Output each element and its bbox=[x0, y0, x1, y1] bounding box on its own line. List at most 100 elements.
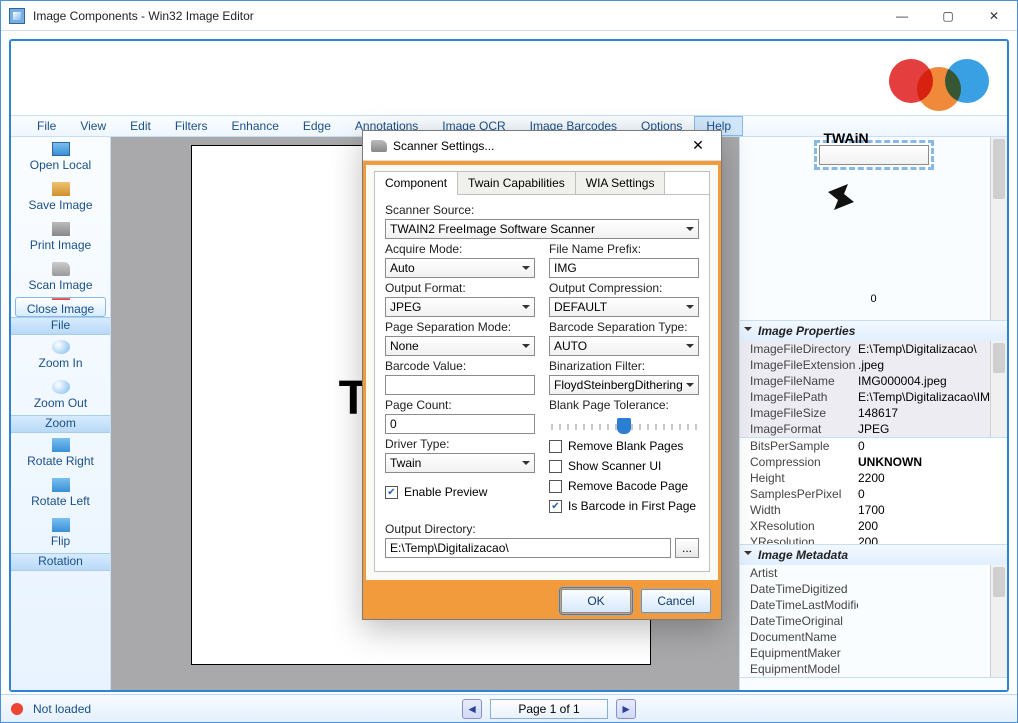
dialog-tabs: Component Twain Capabilities WIA Setting… bbox=[374, 171, 710, 194]
menu-file[interactable]: File bbox=[25, 116, 68, 136]
property-row[interactable]: CompressionUNKNOWN bbox=[740, 454, 990, 470]
barcode-separation-select[interactable]: AUTO bbox=[549, 336, 699, 356]
menu-edit[interactable]: Edit bbox=[118, 116, 163, 136]
property-key: Height bbox=[740, 471, 858, 485]
dialog-close-button[interactable]: ✕ bbox=[683, 137, 713, 154]
tab-twain-capabilities[interactable]: Twain Capabilities bbox=[458, 172, 576, 194]
property-key: ImageFormat bbox=[740, 422, 858, 436]
lbl-output-format: Output Format: bbox=[385, 281, 535, 295]
flip-icon bbox=[52, 518, 70, 532]
property-row[interactable]: ImageFormatJPEG bbox=[740, 421, 990, 437]
section-image-metadata[interactable]: Image Metadata bbox=[740, 545, 1007, 565]
remove-blank-checkbox[interactable]: Remove Blank Pages bbox=[549, 437, 699, 455]
chevron-down-icon bbox=[522, 461, 530, 469]
property-row[interactable]: ImageFileNameIMG000004.jpeg bbox=[740, 373, 990, 389]
print-image-icon bbox=[52, 222, 70, 236]
property-value: UNKNOWN bbox=[858, 455, 990, 469]
file-prefix-input[interactable]: IMG bbox=[549, 258, 699, 278]
maximize-button[interactable]: ▢ bbox=[925, 1, 971, 31]
property-value: JPEG bbox=[858, 422, 990, 436]
tab-wia-settings[interactable]: WIA Settings bbox=[576, 172, 666, 194]
property-row[interactable]: YResolution200 bbox=[740, 534, 990, 544]
property-key: YResolution bbox=[740, 535, 858, 544]
toolbtn-open-local[interactable]: Open Local bbox=[15, 137, 106, 177]
property-row[interactable]: DateTimeDigitized bbox=[740, 581, 990, 597]
toolbtn-flip[interactable]: Flip bbox=[15, 513, 106, 553]
section-image-properties[interactable]: Image Properties bbox=[740, 321, 1007, 341]
status-indicator-icon bbox=[11, 703, 23, 715]
acquire-mode-select[interactable]: Auto bbox=[385, 258, 535, 278]
lbl-file-prefix: File Name Prefix: bbox=[549, 242, 699, 256]
property-row[interactable]: Artist bbox=[740, 565, 990, 581]
menu-view[interactable]: View bbox=[68, 116, 118, 136]
toolbtn-rotate-left[interactable]: Rotate Left bbox=[15, 473, 106, 513]
property-row[interactable]: EquipmentMaker bbox=[740, 645, 990, 661]
menu-enhance[interactable]: Enhance bbox=[220, 116, 291, 136]
menu-filters[interactable]: Filters bbox=[163, 116, 220, 136]
toolbtn-scan-image[interactable]: Scan Image bbox=[15, 257, 106, 297]
rotate-right-icon bbox=[52, 438, 70, 452]
chevron-down-icon bbox=[686, 227, 694, 235]
page-count-input[interactable]: 0 bbox=[385, 414, 535, 434]
property-row[interactable]: XResolution200 bbox=[740, 518, 990, 534]
property-row[interactable]: DateTimeOriginal bbox=[740, 613, 990, 629]
property-row[interactable]: Height2200 bbox=[740, 470, 990, 486]
page-separation-select[interactable]: None bbox=[385, 336, 535, 356]
show-scanner-ui-checkbox[interactable]: Show Scanner UI bbox=[549, 457, 699, 475]
property-key: ImageFileSize bbox=[740, 406, 858, 420]
lbl-driver-type: Driver Type: bbox=[385, 437, 535, 451]
property-row[interactable]: DateTimeLastModified bbox=[740, 597, 990, 613]
binarization-filter-select[interactable]: FloydSteinbergDithering bbox=[549, 375, 699, 395]
thumbnail-scrollbar[interactable] bbox=[990, 137, 1007, 320]
chevron-down-icon bbox=[522, 344, 530, 352]
property-row[interactable]: ImageFilePathE:\Temp\Digitalizacao\IMG bbox=[740, 389, 990, 405]
output-compression-select[interactable]: DEFAULT bbox=[549, 297, 699, 317]
toolbtn-print-image[interactable]: Print Image bbox=[15, 217, 106, 257]
property-row[interactable]: DocumentName bbox=[740, 629, 990, 645]
chevron-down-icon bbox=[522, 266, 530, 274]
barcode-value-input[interactable] bbox=[385, 375, 535, 395]
property-row[interactable]: BitsPerSample0 bbox=[740, 438, 990, 454]
scanner-source-select[interactable]: TWAIN2 FreeImage Software Scanner bbox=[385, 219, 699, 239]
close-button[interactable]: ✕ bbox=[971, 1, 1017, 31]
toolbtn-close-image[interactable]: Close Image bbox=[15, 297, 106, 317]
toolbtn-zoom-out[interactable]: Zoom Out bbox=[15, 375, 106, 415]
minimize-button[interactable]: — bbox=[879, 1, 925, 31]
page-next-button[interactable]: ► bbox=[616, 699, 636, 719]
scan-image-icon bbox=[52, 262, 70, 276]
page-prev-button[interactable]: ◄ bbox=[462, 699, 482, 719]
property-value: 1700 bbox=[858, 503, 990, 517]
property-row[interactable]: Width1700 bbox=[740, 502, 990, 518]
meta-scrollbar[interactable] bbox=[990, 565, 1007, 677]
thumbnail-0[interactable]: TWAiN bbox=[819, 145, 929, 165]
output-format-select[interactable]: JPEG bbox=[385, 297, 535, 317]
property-row[interactable]: ImageFileDirectoryE:\Temp\Digitalizacao\ bbox=[740, 341, 990, 357]
menu-edge[interactable]: Edge bbox=[291, 116, 343, 136]
driver-type-select[interactable]: Twain bbox=[385, 453, 535, 473]
cancel-button[interactable]: Cancel bbox=[641, 589, 711, 613]
toolbtn-label: Rotate Right bbox=[27, 454, 94, 468]
property-row[interactable]: EquipmentModel bbox=[740, 661, 990, 677]
property-row[interactable]: ImageFileExtension.jpeg bbox=[740, 357, 990, 373]
lbl-acquire-mode: Acquire Mode: bbox=[385, 242, 535, 256]
props-scrollbar[interactable] bbox=[990, 341, 1007, 437]
property-row[interactable]: SamplesPerPixel0 bbox=[740, 486, 990, 502]
is-barcode-first-checkbox[interactable]: ✔Is Barcode in First Page bbox=[549, 497, 699, 515]
ok-button[interactable]: OK bbox=[561, 589, 631, 613]
property-key: ImageFilePath bbox=[740, 390, 858, 404]
save-image-icon bbox=[52, 182, 70, 196]
property-value: 0 bbox=[858, 487, 990, 501]
property-key: SamplesPerPixel bbox=[740, 487, 858, 501]
browse-button[interactable]: ... bbox=[675, 538, 699, 558]
output-directory-input[interactable]: E:\Temp\Digitalizacao\ bbox=[385, 538, 671, 558]
slider-thumb-icon[interactable] bbox=[617, 418, 631, 434]
property-row[interactable]: ImageFileSize148617 bbox=[740, 405, 990, 421]
blank-tolerance-slider[interactable] bbox=[551, 424, 697, 430]
remove-barcode-page-checkbox[interactable]: Remove Bacode Page bbox=[549, 477, 699, 495]
enable-preview-checkbox[interactable]: ✔Enable Preview bbox=[385, 483, 535, 501]
toolbtn-zoom-in[interactable]: Zoom In bbox=[15, 335, 106, 375]
zoom-in-icon bbox=[52, 340, 70, 354]
tab-component[interactable]: Component bbox=[375, 172, 458, 195]
toolbtn-save-image[interactable]: Save Image bbox=[15, 177, 106, 217]
toolbtn-rotate-right[interactable]: Rotate Right bbox=[15, 433, 106, 473]
